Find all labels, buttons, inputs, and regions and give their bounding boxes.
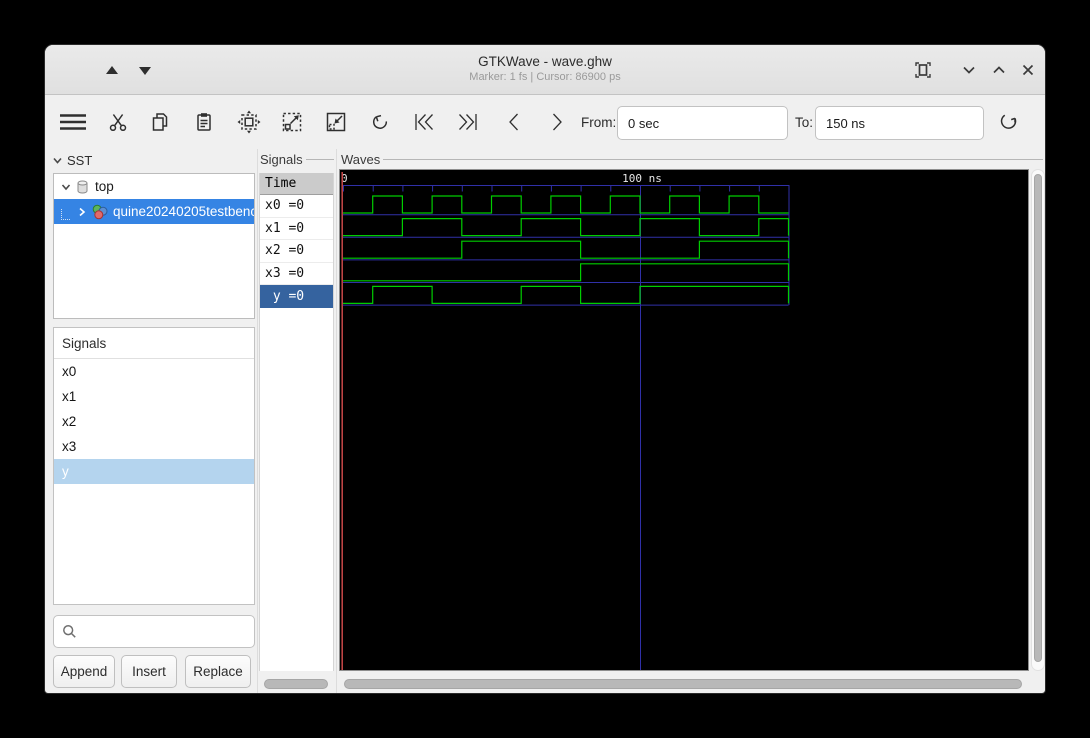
waves-vscrollbar-thumb[interactable]	[1034, 174, 1042, 662]
close-button[interactable]	[1015, 57, 1041, 83]
from-label: From:	[581, 115, 617, 130]
expander-open-icon	[53, 157, 62, 164]
signal-row-y[interactable]: y =0	[260, 285, 333, 308]
zoom-fit-button[interactable]	[235, 108, 263, 136]
svg-text:100 ns: 100 ns	[622, 172, 662, 185]
cut-button[interactable]	[104, 108, 132, 136]
copy-icon	[152, 113, 168, 131]
window-title: GTKWave - wave.ghw	[478, 54, 612, 69]
zoom-fit-icon	[237, 110, 261, 134]
tree-guide-line	[61, 209, 70, 220]
sst-expander[interactable]: SST	[52, 151, 92, 169]
zoom-in-button[interactable]	[278, 108, 306, 136]
tree-item-label: top	[95, 179, 114, 194]
tree-item-label: quine20240205testbench	[113, 204, 254, 219]
close-icon	[1022, 64, 1034, 76]
toolbar: From: To:	[45, 96, 1045, 149]
module-icon	[92, 204, 108, 219]
copy-button[interactable]	[146, 108, 174, 136]
arrow-up-icon[interactable]	[106, 66, 118, 74]
waveform-plot: 0 100 ns	[341, 172, 790, 670]
signal-row-x0[interactable]: x0 =0	[260, 195, 333, 218]
signal-search	[53, 615, 259, 648]
tree-item-top[interactable]: top	[54, 174, 254, 199]
waves-hscrollbar	[339, 677, 1045, 691]
facility-frame: Signals x0 x1 x2 x3 y	[53, 327, 255, 605]
signals-list: Time x0 =0 x1 =0 x2 =0 x3 =0 y =0	[259, 173, 334, 671]
go-to-end-button[interactable]	[454, 108, 482, 136]
facility-item-x2[interactable]: x2	[54, 409, 254, 434]
from-input[interactable]	[617, 106, 788, 140]
paste-button[interactable]	[190, 108, 218, 136]
fullscreen-button[interactable]	[910, 57, 936, 83]
desktop: { "titlebar": { "title": "GTKWave - wave…	[0, 0, 1090, 738]
menu-button[interactable]	[56, 108, 90, 136]
search-input[interactable]	[83, 624, 259, 639]
skip-to-end-icon	[459, 114, 477, 130]
facility-item-x1[interactable]: x1	[54, 384, 254, 409]
database-icon	[77, 180, 88, 193]
time-header: Time	[260, 173, 333, 195]
gtkwave-window: GTKWave - wave.ghw Marker: 1 fs | Cursor…	[44, 44, 1046, 694]
pane-splitter-left[interactable]	[257, 149, 258, 693]
signal-row-x1[interactable]: x1 =0	[260, 218, 333, 241]
pane-splitter-right[interactable]	[336, 149, 337, 693]
insert-button[interactable]: Insert	[121, 655, 177, 688]
fullscreen-icon	[915, 62, 931, 78]
to-input[interactable]	[815, 106, 984, 140]
sst-tree: top quine20240205testbench	[53, 173, 255, 319]
signals-hscrollbar	[259, 677, 334, 691]
facility-item-x0[interactable]: x0	[54, 359, 254, 384]
expander-open-icon	[61, 183, 71, 190]
search-icon	[63, 625, 76, 638]
reload-button[interactable]	[994, 108, 1022, 136]
arrow-down-icon[interactable]	[139, 67, 151, 75]
chevron-left-icon	[509, 113, 518, 131]
tree-item-testbench[interactable]: quine20240205testbench	[54, 199, 254, 224]
skip-to-start-icon	[415, 114, 433, 130]
reload-icon	[1000, 114, 1017, 129]
minimize-button[interactable]	[956, 57, 982, 83]
signals-frame-label: Signals	[260, 152, 334, 167]
replace-button[interactable]: Replace	[185, 655, 251, 688]
sst-label: SST	[67, 152, 93, 168]
chevron-up-icon	[993, 66, 1005, 74]
chevron-down-icon	[963, 66, 975, 74]
next-edge-button[interactable]	[543, 108, 571, 136]
wave-canvas[interactable]: 0 100 ns	[339, 169, 1029, 671]
main-content: SST top quine20240205testbench Signals x…	[45, 149, 1045, 693]
waves-vscrollbar	[1031, 169, 1045, 671]
zoom-out-button[interactable]	[322, 108, 350, 136]
previous-edge-button[interactable]	[500, 108, 528, 136]
undo-arrow-icon	[372, 114, 388, 129]
hamburger-menu-icon	[60, 114, 86, 130]
signal-row-x3[interactable]: x3 =0	[260, 263, 333, 286]
scissors-icon	[109, 114, 127, 132]
facility-item-y[interactable]: y	[54, 459, 254, 484]
signal-row-x2[interactable]: x2 =0	[260, 240, 333, 263]
append-button[interactable]: Append	[53, 655, 115, 688]
signals-hscrollbar-thumb[interactable]	[264, 679, 328, 689]
zoom-out-icon	[326, 112, 346, 132]
waves-frame-label: Waves	[341, 152, 1043, 167]
facility-frame-label: Signals	[54, 328, 254, 359]
titlebar: GTKWave - wave.ghw Marker: 1 fs | Cursor…	[45, 45, 1045, 95]
undo-button[interactable]	[366, 108, 394, 136]
expander-closed-icon	[79, 207, 86, 216]
zoom-in-icon	[282, 112, 302, 132]
clipboard-paste-icon	[197, 113, 211, 131]
marker-cursor-status: Marker: 1 fs | Cursor: 86900 ps	[469, 71, 621, 83]
waves-hscrollbar-thumb[interactable]	[344, 679, 1022, 689]
facility-item-x3[interactable]: x3	[54, 434, 254, 459]
go-to-start-button[interactable]	[410, 108, 438, 136]
maximize-button[interactable]	[986, 57, 1012, 83]
chevron-right-icon	[553, 113, 562, 131]
to-label: To:	[795, 115, 814, 130]
